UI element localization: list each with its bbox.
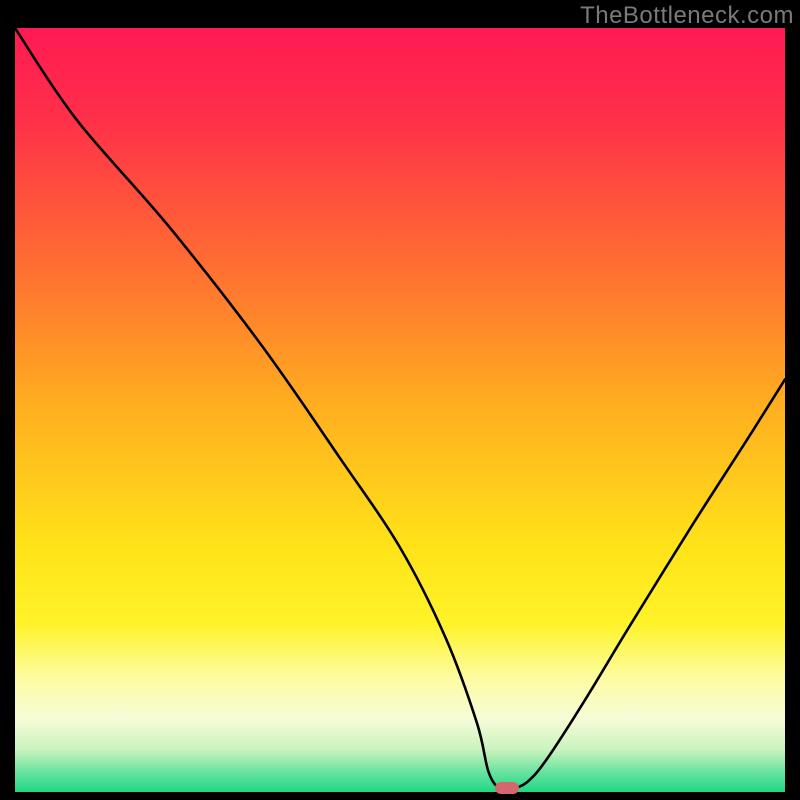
watermark-text: TheBottleneck.com [580,2,794,30]
bottleneck-chart-frame: TheBottleneck.com [0,0,800,800]
chart-plot-area [15,28,785,792]
gradient-background [15,28,785,792]
chart-svg [15,28,785,792]
optimal-point-marker [495,782,519,794]
